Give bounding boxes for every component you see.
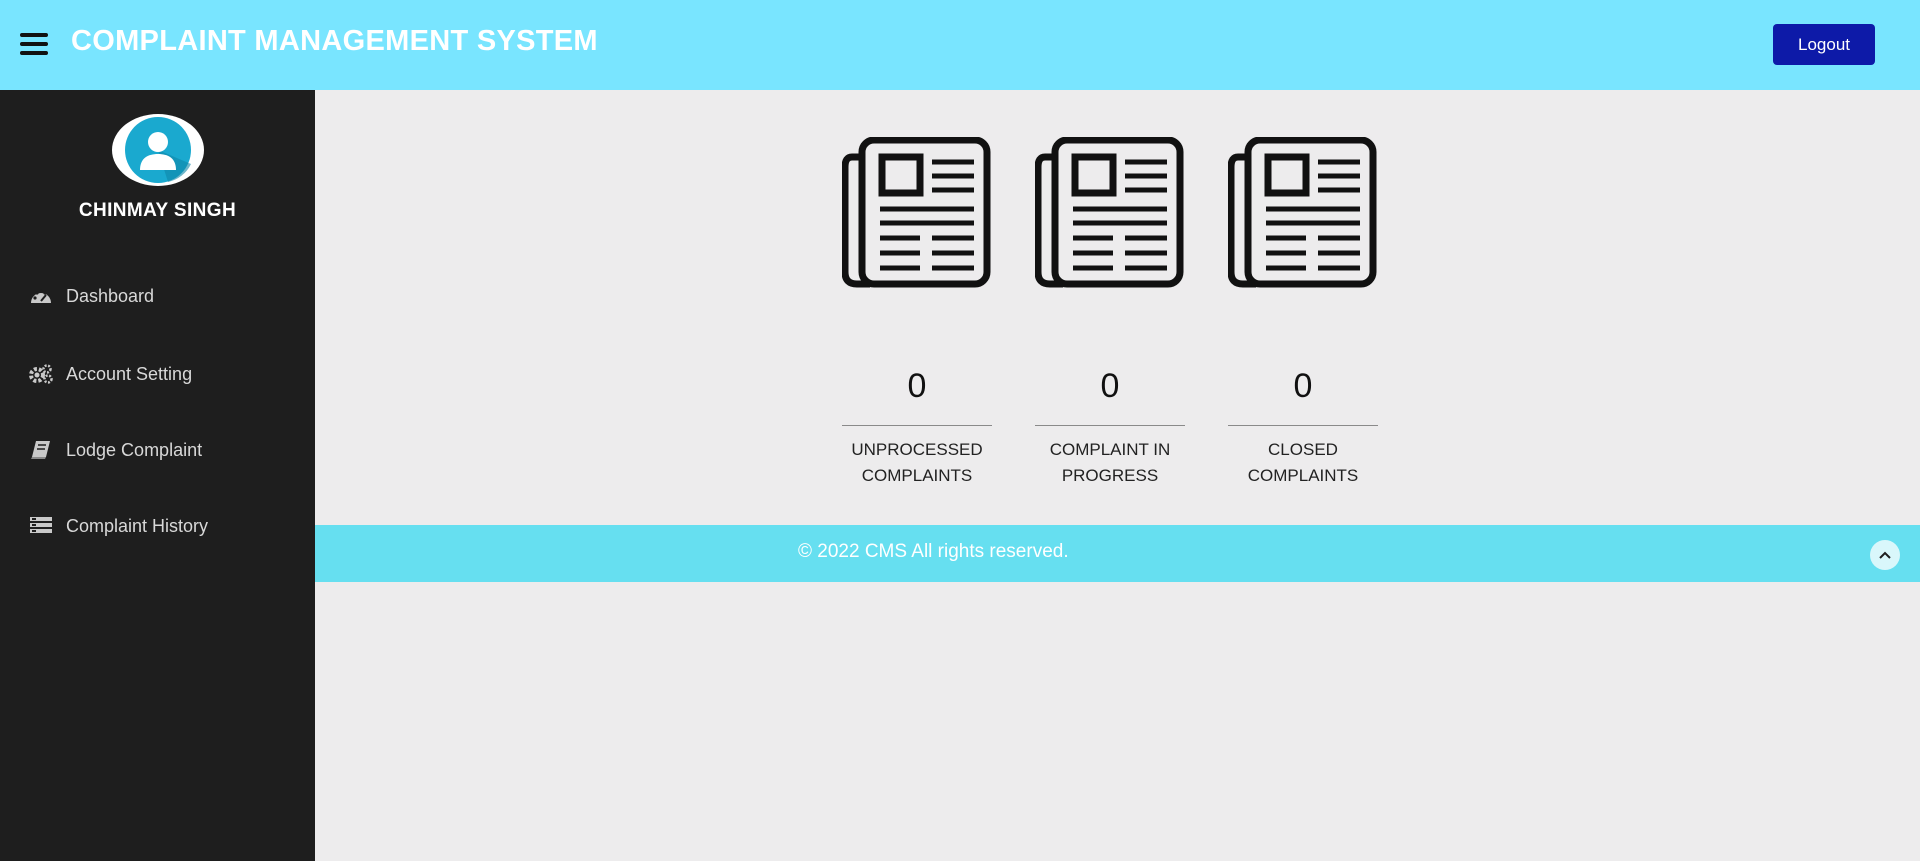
gears-icon [28,363,54,385]
sidebar-item-account-setting[interactable]: Account Setting [28,363,192,385]
sidebar-item-label: Account Setting [66,363,193,384]
footer: © 2022 CMS All rights reserved. [315,525,1920,582]
sidebar-item-label: Dashboard [66,285,155,306]
newspaper-icon [1227,136,1378,289]
stat-label-line: CLOSED [1268,440,1338,459]
stat-label-line: COMPLAINT IN [1049,440,1171,459]
sidebar: CHINMAY SINGH Dashboard Account Setting [0,90,315,861]
divider [1228,425,1378,426]
stat-count: 0 [907,367,927,405]
top-header: COMPLAINT MANAGEMENT SYSTEM Logout [0,0,1920,90]
stat-label-line: COMPLAINTS [1247,466,1359,485]
user-name: CHINMAY SINGH [78,200,237,221]
dashboard-gauge-icon [28,285,54,307]
sidebar-item-complaint-history[interactable]: Complaint History [28,515,208,537]
list-icon [28,515,54,537]
divider [1035,425,1185,426]
copyright-text: © 2022 CMS All rights reserved. [798,541,1069,562]
newspaper-icon [841,136,992,289]
book-icon [28,439,54,461]
newspaper-icon [1034,136,1185,289]
stat-label-line: COMPLAINTS [861,466,973,485]
stat-label-line: UNPROCESSED [851,440,983,459]
stat-label: COMPLAINT IN PROGRESS [1035,437,1185,489]
avatar [112,114,204,186]
sidebar-item-dashboard[interactable]: Dashboard [28,285,154,307]
sidebar-item-label: Complaint History [66,515,209,536]
stat-label: UNPROCESSED COMPLAINTS [842,437,992,489]
stat-count: 0 [1293,367,1313,405]
stat-label-line: PROGRESS [1061,466,1159,485]
scroll-to-top-button[interactable] [1870,540,1900,570]
hamburger-menu-icon[interactable] [20,33,48,57]
user-avatar-icon [125,117,191,183]
stat-count: 0 [1100,367,1120,405]
sidebar-item-lodge-complaint[interactable]: Lodge Complaint [28,439,202,461]
app-title: COMPLAINT MANAGEMENT SYSTEM [71,25,598,57]
stat-label: CLOSED COMPLAINTS [1228,437,1378,489]
sidebar-item-label: Lodge Complaint [66,439,203,460]
logout-button[interactable]: Logout [1773,24,1875,65]
chevron-up-icon [1879,551,1891,559]
divider [842,425,992,426]
